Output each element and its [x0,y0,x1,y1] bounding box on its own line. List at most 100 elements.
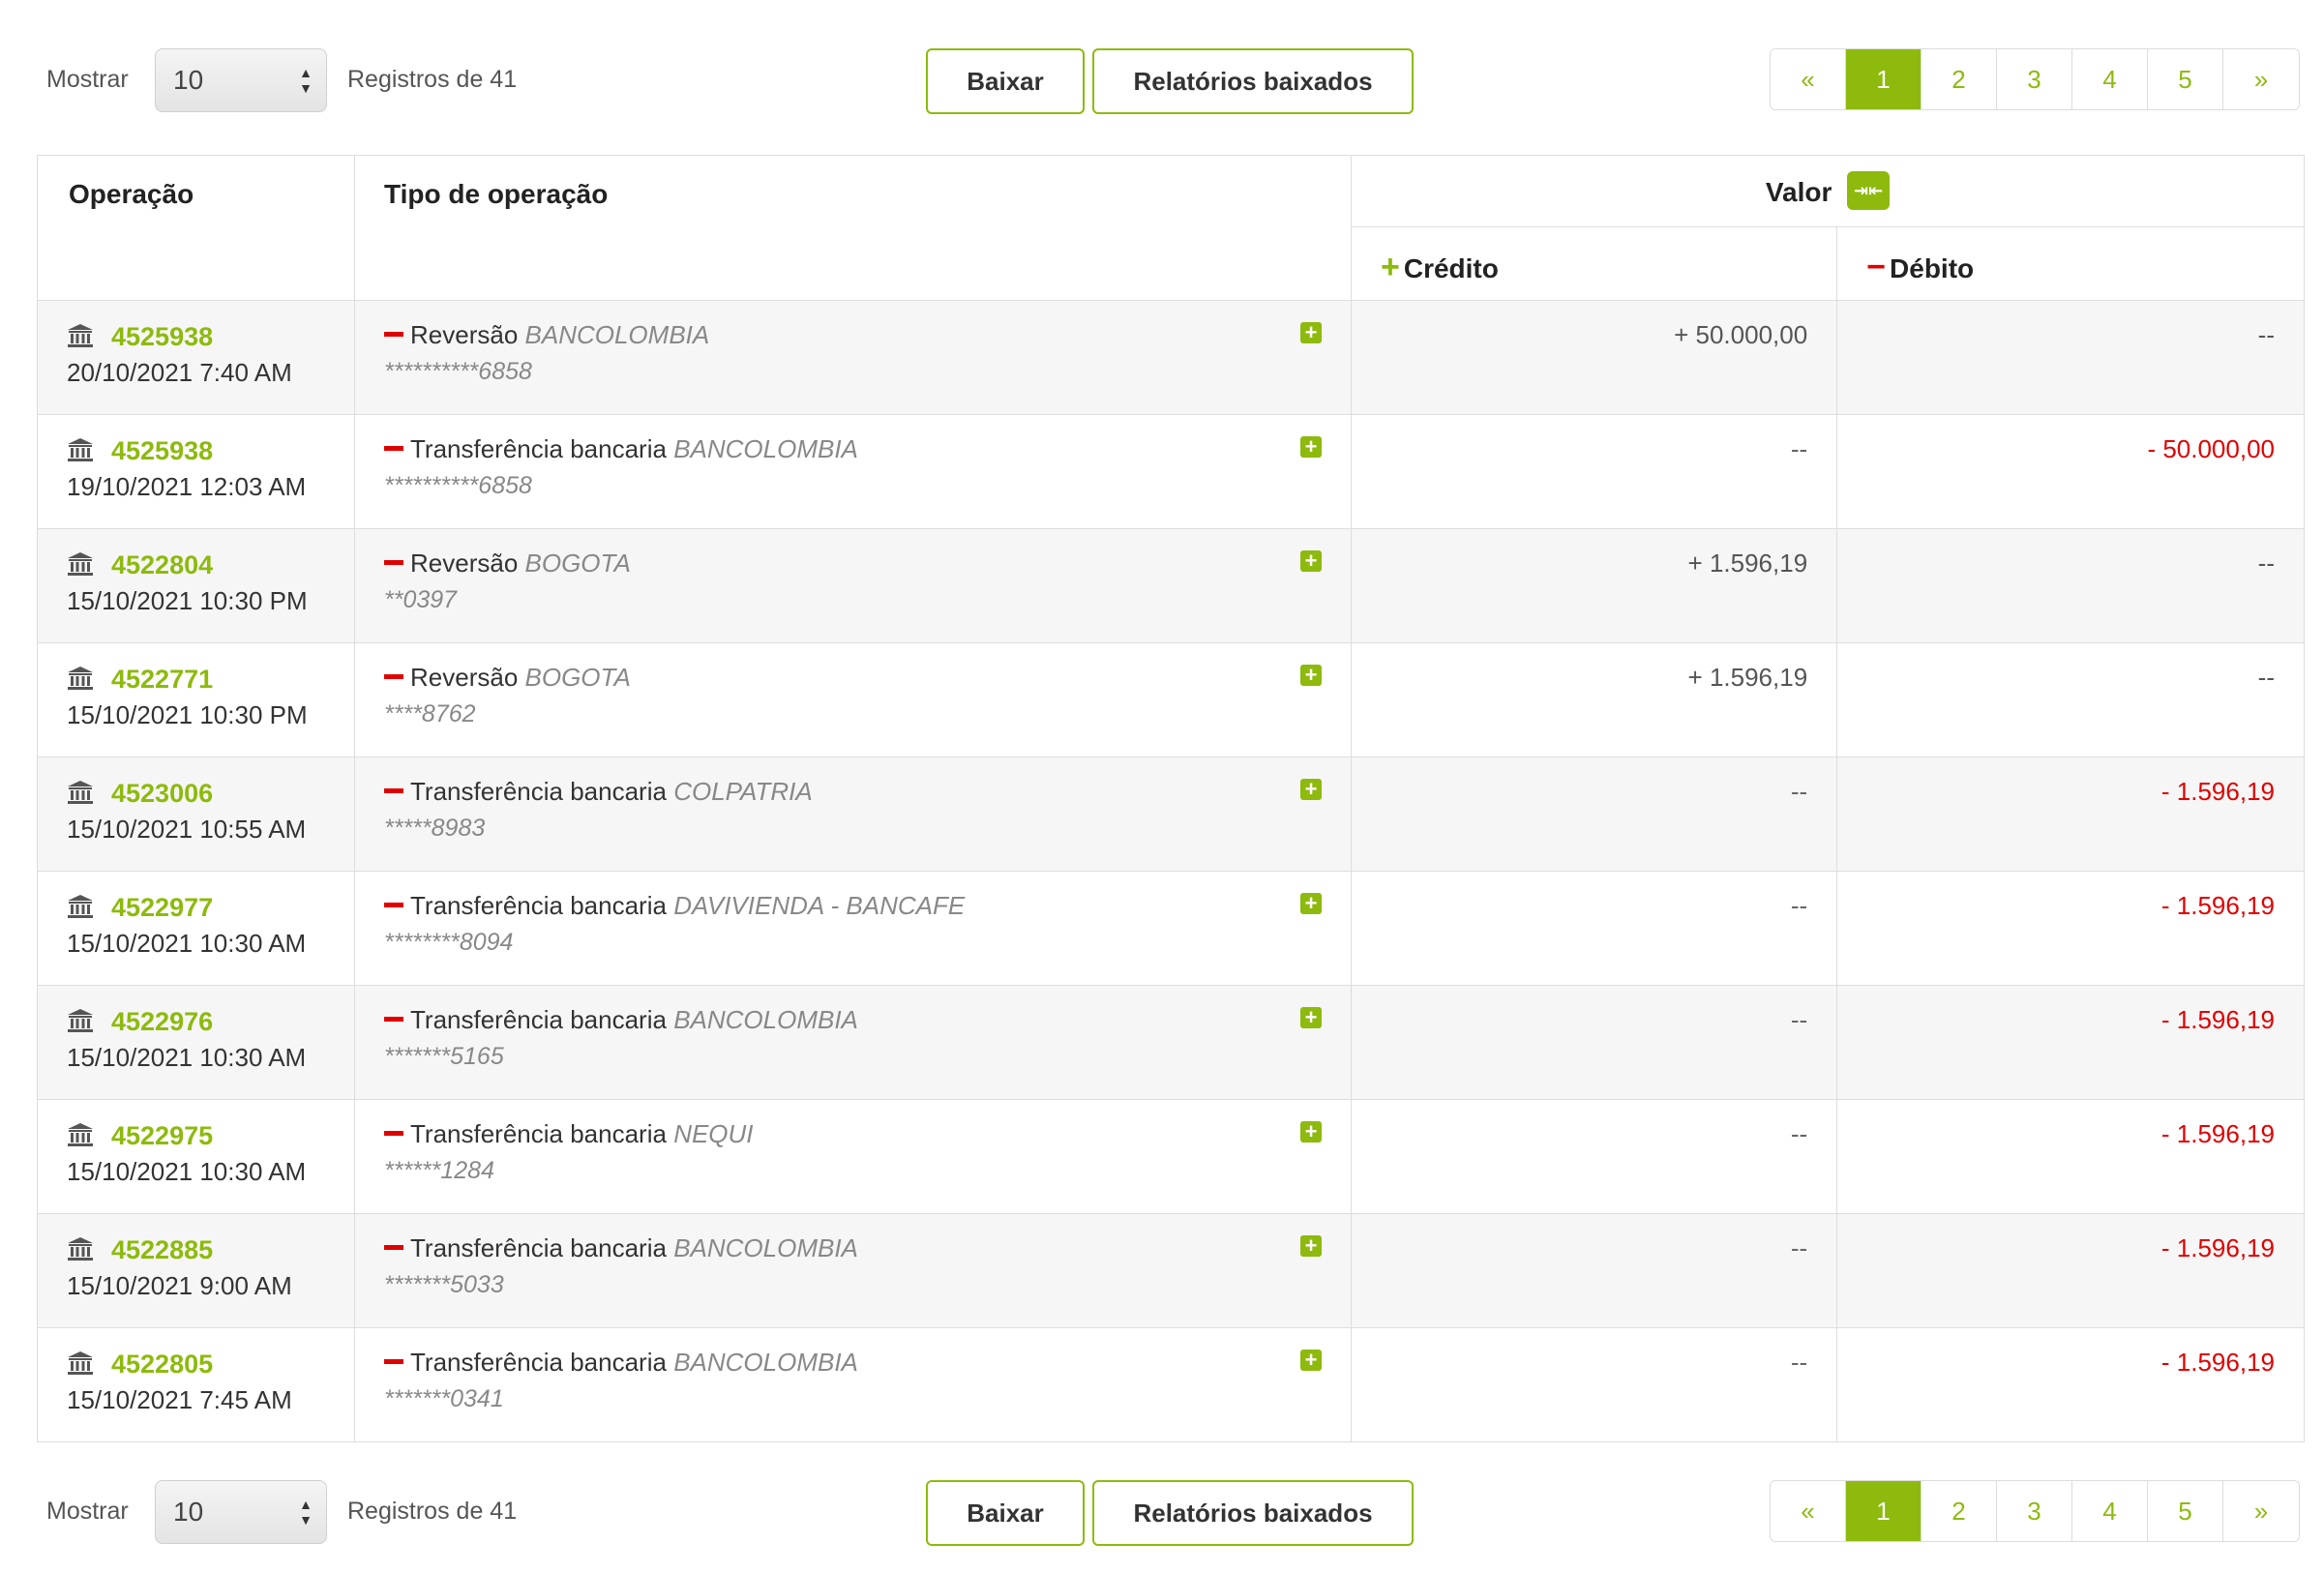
plus-square-icon[interactable]: + [1300,550,1322,572]
operation-type-label: Transferência bancaria [410,891,667,920]
bank-name: BOGOTA [524,663,631,692]
minus-icon [384,332,403,338]
downloaded-reports-button[interactable]: Relatórios baixados [1092,1480,1414,1546]
operation-type-cell: Reversão BANCOLOMBIA **********6858 + [354,300,1352,415]
header-operation-type: Tipo de operação [354,155,1352,301]
operation-id-link[interactable]: 4522977 [111,893,213,922]
bank-icon [67,780,94,805]
operation-id-link[interactable]: 4525938 [111,322,213,351]
minus-icon [384,1131,403,1137]
operation-cell: 4522976 15/10/2021 10:30 AM [37,985,355,1100]
operation-date: 15/10/2021 10:55 AM [67,815,307,844]
page-2-button[interactable]: 2 [1922,49,1997,109]
operation-id-link[interactable]: 4522976 [111,1007,213,1036]
minus-icon [384,1017,403,1023]
page-size-value: 10 [173,1497,204,1527]
operation-type-label: Transferência bancaria [410,434,667,463]
downloaded-reports-button[interactable]: Relatórios baixados [1092,48,1414,114]
page-size-select[interactable]: 10 ▲ ▼ [155,48,327,112]
operation-date: 15/10/2021 7:45 AM [67,1385,292,1414]
operation-id-link[interactable]: 4525938 [111,436,213,465]
page-first-button[interactable]: « [1771,49,1846,109]
minus-icon [384,446,403,452]
download-button[interactable]: Baixar [926,48,1085,114]
operation-date: 15/10/2021 10:30 AM [67,929,307,958]
operation-type-cell: Reversão BOGOTA ****8762 + [354,642,1352,757]
plus-square-icon[interactable]: + [1300,1350,1322,1371]
table-row: 4523006 15/10/2021 10:55 AM Transferência … [37,757,2305,872]
plus-square-icon[interactable]: + [1300,322,1322,343]
table-row: 4525938 19/10/2021 12:03 AM Transferência … [37,414,2305,529]
table-row: 4522975 15/10/2021 10:30 AM Transferência … [37,1099,2305,1214]
plus-square-icon[interactable]: + [1300,779,1322,800]
page-size-value: 10 [173,65,204,95]
bank-icon [67,551,94,577]
operation-type-label: Reversão [410,663,519,692]
operation-cell: 4522977 15/10/2021 10:30 AM [37,871,355,986]
swap-icon[interactable]: ⇥⇤ [1847,170,1891,210]
table-row: 4522885 15/10/2021 9:00 AM Transferência b… [37,1213,2305,1328]
operation-type-label: Transferência bancaria [410,1119,667,1148]
plus-square-icon[interactable]: + [1300,1121,1322,1143]
pagination: « 1 2 3 4 5 » [1770,1480,2300,1542]
operation-id-link[interactable]: 4522804 [111,550,213,579]
download-button[interactable]: Baixar [926,1480,1085,1546]
account-number: *******5165 [384,1043,504,1070]
page-4-button[interactable]: 4 [2072,1481,2148,1541]
operation-id-link[interactable]: 4523006 [111,779,213,808]
debit-value: -- [1836,642,2305,757]
header-credit: + Crédito [1350,226,1838,301]
credit-value: -- [1350,757,1838,872]
page-size-select[interactable]: 10 ▲ ▼ [155,1480,327,1544]
operation-type-label: Transferência bancaria [410,1348,667,1377]
bank-name: COLPATRIA [673,777,813,806]
bank-icon [67,437,94,462]
page-5-button[interactable]: 5 [2148,49,2223,109]
page-3-button[interactable]: 3 [1997,49,2072,109]
plus-square-icon[interactable]: + [1300,1235,1322,1257]
page-4-button[interactable]: 4 [2072,49,2148,109]
operation-id-link[interactable]: 4522805 [111,1350,213,1379]
bank-icon [67,1350,94,1376]
bottom-toolbar: Mostrar 10 ▲ ▼ Registros de 41 Baixar Rel… [0,1478,2324,1546]
bank-name: BANCOLOMBIA [524,320,710,349]
account-number: **********6858 [384,472,532,499]
credit-value: -- [1350,414,1838,529]
plus-square-icon[interactable]: + [1300,436,1322,458]
debit-value: - 1.596,19 [1836,871,2305,986]
header-value-label: Valor [1765,177,1832,207]
bank-name: NEQUI [673,1119,754,1148]
plus-square-icon[interactable]: + [1300,893,1322,914]
minus-icon: − [1866,249,1887,285]
bank-icon [67,666,94,691]
plus-icon: + [1381,249,1400,285]
page-5-button[interactable]: 5 [2148,1481,2223,1541]
page-3-button[interactable]: 3 [1997,1481,2072,1541]
show-label: Mostrar [46,66,129,93]
header-credit-label: Crédito [1403,253,1499,283]
minus-icon [384,1359,403,1365]
operation-cell: 4522771 15/10/2021 10:30 PM [37,642,355,757]
table-row: 4522805 15/10/2021 7:45 AM Transferência b… [37,1327,2305,1442]
debit-value: - 1.596,19 [1836,757,2305,872]
table-row: 4522976 15/10/2021 10:30 AM Transferência … [37,985,2305,1100]
operation-type-cell: Transferência bancaria NEQUI ******1284 + [354,1099,1352,1214]
account-number: *******5033 [384,1271,504,1298]
operation-id-link[interactable]: 4522975 [111,1121,213,1150]
page-1-button[interactable]: 1 [1846,1481,1922,1541]
plus-square-icon[interactable]: + [1300,665,1322,686]
account-number: ******1284 [384,1157,494,1184]
page-last-button[interactable]: » [2223,1481,2299,1541]
page-first-button[interactable]: « [1771,1481,1846,1541]
operation-id-link[interactable]: 4522771 [111,665,213,694]
plus-square-icon[interactable]: + [1300,1007,1322,1028]
account-number: **0397 [384,586,458,613]
page-1-button[interactable]: 1 [1846,49,1922,109]
operation-cell: 4525938 19/10/2021 12:03 AM [37,414,355,529]
operation-type-cell: Transferência bancaria BANCOLOMBIA ******… [354,414,1352,529]
operation-type-label: Transferência bancaria [410,777,667,806]
page-last-button[interactable]: » [2223,49,2299,109]
operation-id-link[interactable]: 4522885 [111,1235,213,1264]
page-2-button[interactable]: 2 [1922,1481,1997,1541]
header-value: Valor ⇥⇤ [1351,155,2305,227]
